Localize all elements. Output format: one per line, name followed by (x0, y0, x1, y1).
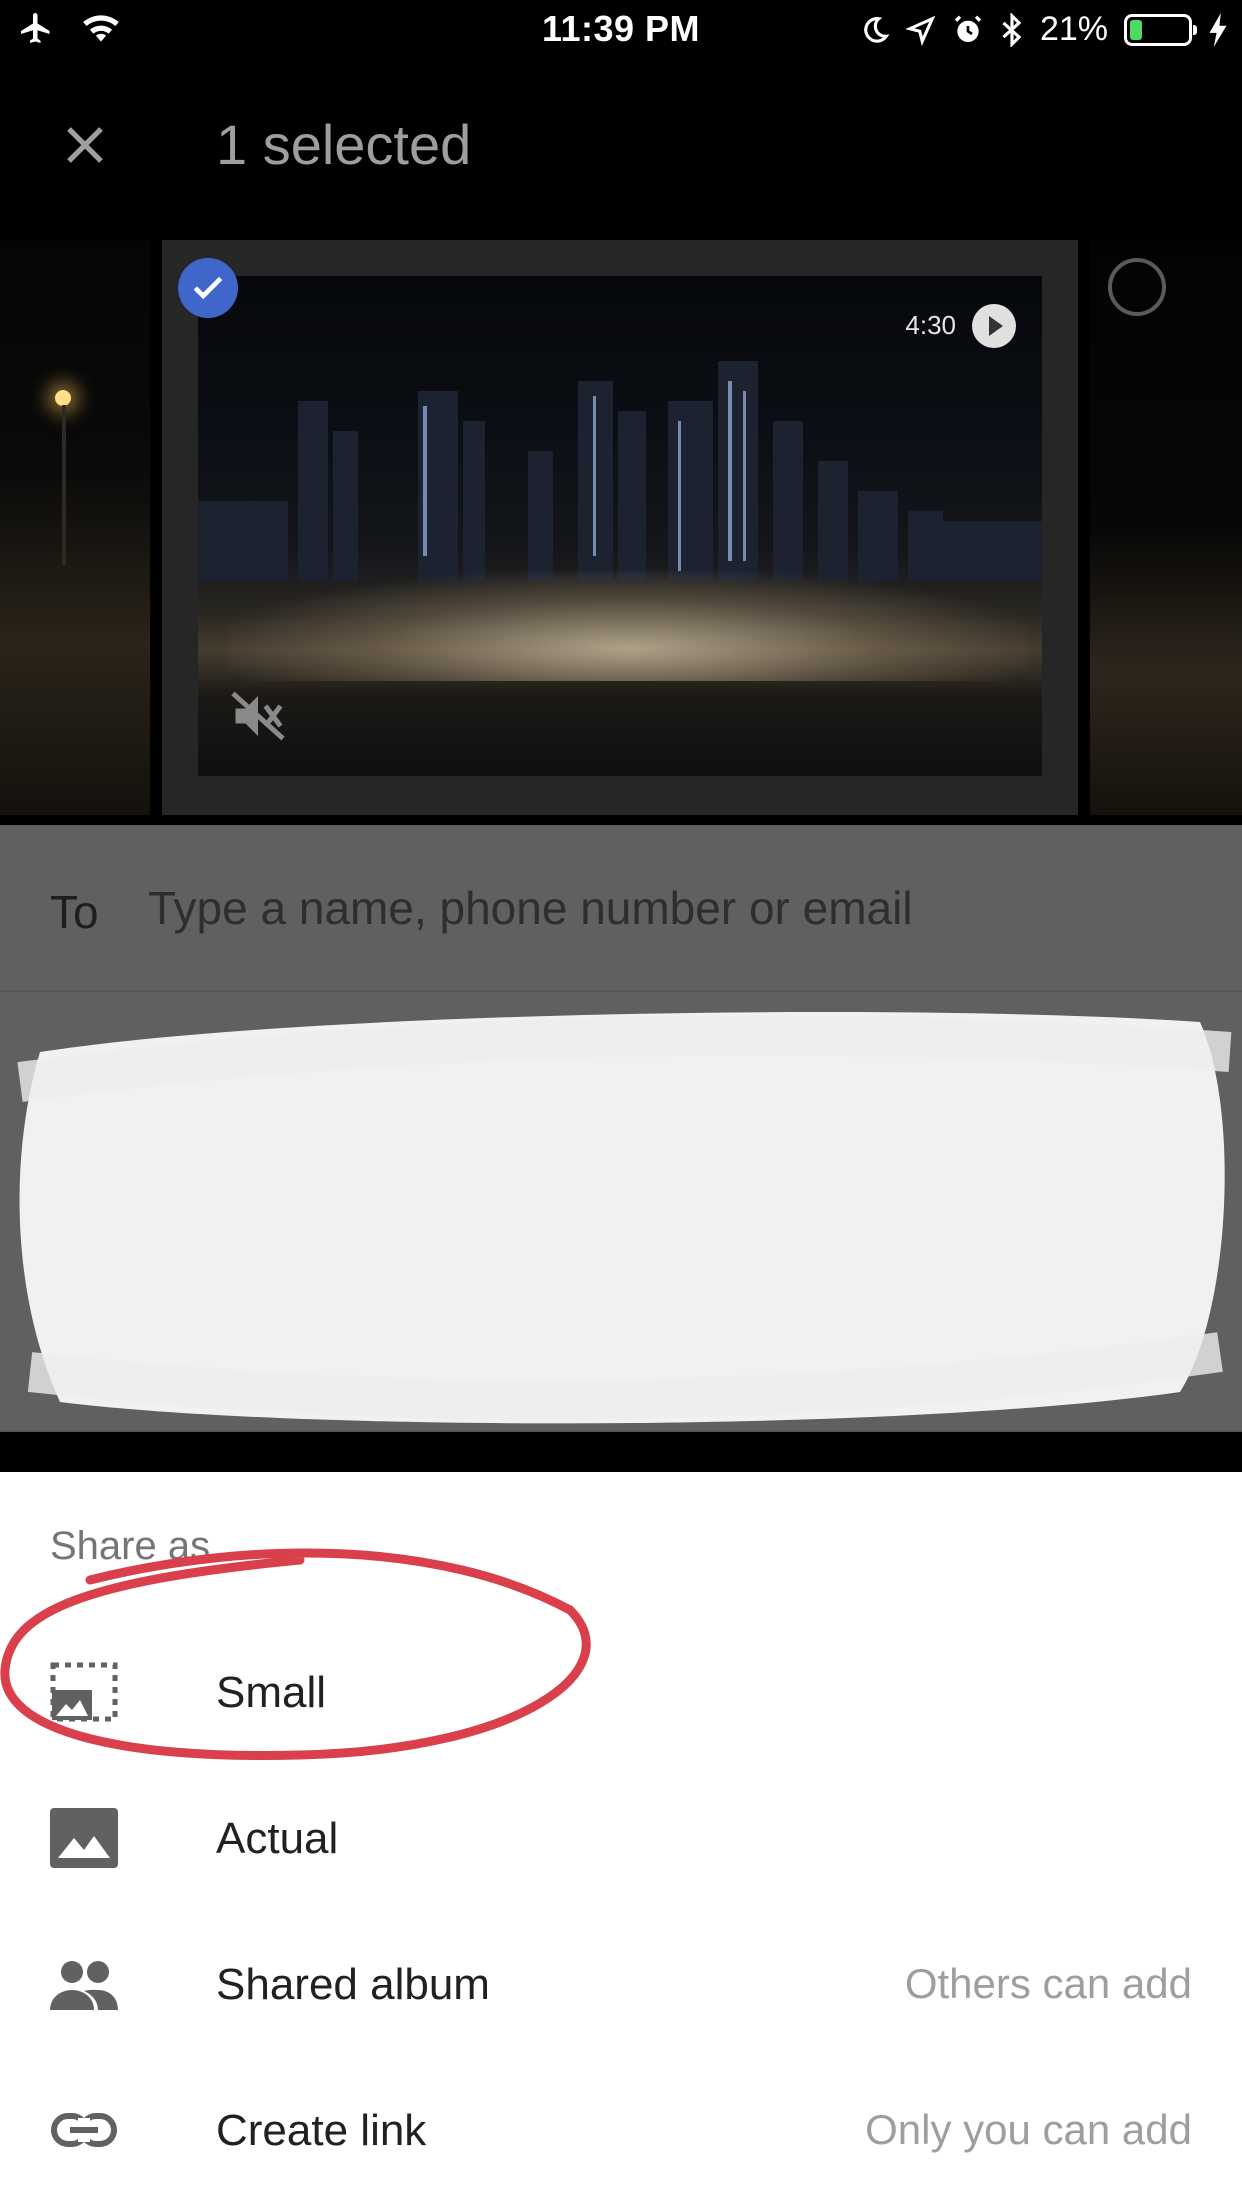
share-option-create-link[interactable]: Create link Only you can add (0, 2060, 1242, 2206)
image-icon (50, 1808, 118, 1868)
share-sheet: Share as Small Actual Shared album Other… (0, 1472, 1242, 2208)
share-option-small[interactable]: Small (0, 1622, 1242, 1768)
to-label: To (50, 886, 99, 938)
redaction-scribble (17, 1012, 1232, 1424)
share-as-heading: Share as (50, 1524, 211, 1568)
option-note: Others can add (904, 1960, 1192, 2007)
photo-thumbnail-next[interactable] (1090, 240, 1242, 815)
link-icon (51, 2113, 117, 2147)
close-icon (67, 127, 103, 163)
unselected-circle-icon[interactable] (1108, 258, 1166, 316)
suggested-contacts (0, 992, 1242, 1432)
image-small-icon (50, 1662, 118, 1722)
play-icon (972, 304, 1016, 348)
option-label: Shared album (216, 1960, 490, 2009)
location-arrow-icon (905, 15, 936, 46)
option-label: Actual (216, 1814, 339, 1863)
mute-icon[interactable] (228, 686, 288, 746)
photo-strip[interactable]: 4:30 (0, 240, 1242, 815)
alarm-icon (954, 14, 982, 42)
video-duration: 4:30 (905, 310, 956, 340)
checkmark-icon[interactable] (178, 258, 238, 318)
share-option-shared-album[interactable]: Shared album Others can add (0, 1914, 1242, 2060)
option-label: Small (216, 1668, 327, 1717)
status-bar: 11:39 PM 21% (0, 0, 1242, 60)
charging-bolt-icon (1209, 12, 1227, 47)
option-label: Create link (216, 2106, 427, 2155)
option-note: Only you can add (865, 2106, 1192, 2153)
battery-percent: 21% (1039, 10, 1108, 48)
battery-icon (1124, 13, 1197, 46)
city-skyline (198, 361, 1042, 581)
video-thumbnail[interactable]: 4:30 (198, 276, 1042, 776)
bluetooth-icon (1002, 12, 1022, 47)
battery-fill (1130, 19, 1142, 40)
close-button[interactable] (50, 110, 120, 180)
moon-icon (864, 16, 890, 43)
recipient-field: To (0, 825, 1242, 992)
streetlight (55, 390, 71, 406)
page-title: 1 selected (216, 113, 472, 176)
streetlight-pole (62, 405, 66, 565)
photo-thumbnail-previous[interactable] (0, 240, 150, 815)
people-icon (50, 1961, 118, 2010)
recipient-input[interactable] (146, 877, 1190, 939)
selected-video-item[interactable]: 4:30 (162, 240, 1078, 815)
share-option-actual[interactable]: Actual (0, 1768, 1242, 1914)
fountain-spray (228, 571, 1028, 681)
